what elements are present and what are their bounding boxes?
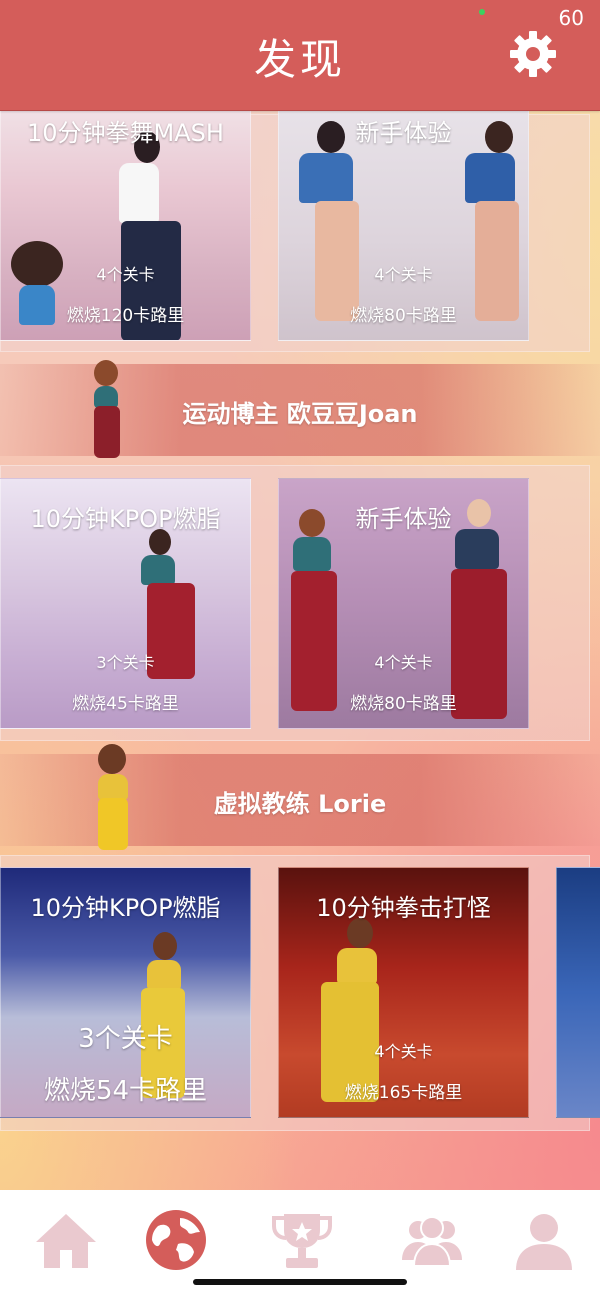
course-levels: 4个关卡 xyxy=(374,653,433,672)
course-calories: 燃烧120卡路里 xyxy=(66,306,185,326)
fps-counter: 60 xyxy=(558,6,584,30)
coach-name: 虚拟教练 Lorie xyxy=(213,790,387,818)
course-card[interactable]: 10分钟拳击打怪 4个关卡 燃烧165卡路里 xyxy=(278,867,529,1118)
course-title: 10分钟拳击打怪 xyxy=(316,894,491,922)
course-levels: 3个关卡 xyxy=(96,653,155,672)
course-card[interactable]: 10分钟KPOP燃脂 3个关卡 燃烧45卡路里 xyxy=(0,478,251,729)
course-title: 10分钟KPOP燃脂 xyxy=(30,894,221,922)
group-icon[interactable] xyxy=(400,1208,464,1272)
course-title: 新手体验 xyxy=(355,505,452,533)
course-card[interactable]: 10分钟拳舞MASH 4个关卡 燃烧120卡路里 xyxy=(0,90,251,341)
course-title: 10分钟拳舞MASH xyxy=(27,119,224,147)
course-calories: 燃烧45卡路里 xyxy=(72,694,179,714)
course-calories: 燃烧54卡路里 xyxy=(43,1076,208,1106)
gear-icon[interactable] xyxy=(509,30,557,78)
course-title: 10分钟KPOP燃脂 xyxy=(30,505,221,533)
course-card[interactable]: 10分钟KPOP燃脂 3个关卡 燃烧54卡路里 xyxy=(0,867,251,1118)
course-calories: 燃烧165卡路里 xyxy=(344,1083,463,1103)
home-icon[interactable] xyxy=(34,1208,98,1272)
trophy-icon[interactable] xyxy=(270,1208,334,1272)
course-card[interactable]: 新手体验 4个关卡 燃烧80卡路里 xyxy=(278,90,529,341)
course-levels: 4个关卡 xyxy=(374,265,433,284)
coach-banner[interactable]: 运动博主 欧豆豆Joan xyxy=(0,360,600,458)
coach-banner[interactable]: 虚拟教练 Lorie xyxy=(0,744,600,850)
course-calories: 燃烧80卡路里 xyxy=(350,694,457,714)
course-levels: 3个关卡 xyxy=(78,1024,173,1054)
course-title: 新手体验 xyxy=(355,119,452,147)
home-indicator xyxy=(193,1279,407,1285)
course-levels: 4个关卡 xyxy=(96,265,155,284)
user-icon[interactable] xyxy=(512,1208,576,1272)
course-card[interactable]: 新手体验 4个关卡 燃烧80卡路里 xyxy=(278,478,529,729)
app-header: 发现 xyxy=(0,0,600,111)
course-calories: 燃烧80卡路里 xyxy=(350,306,457,326)
recording-dot xyxy=(479,9,485,15)
course-levels: 4个关卡 xyxy=(374,1042,433,1061)
coach-name: 运动博主 欧豆豆Joan xyxy=(182,400,418,428)
globe-icon[interactable] xyxy=(144,1208,208,1272)
course-card-partial[interactable] xyxy=(556,867,600,1118)
